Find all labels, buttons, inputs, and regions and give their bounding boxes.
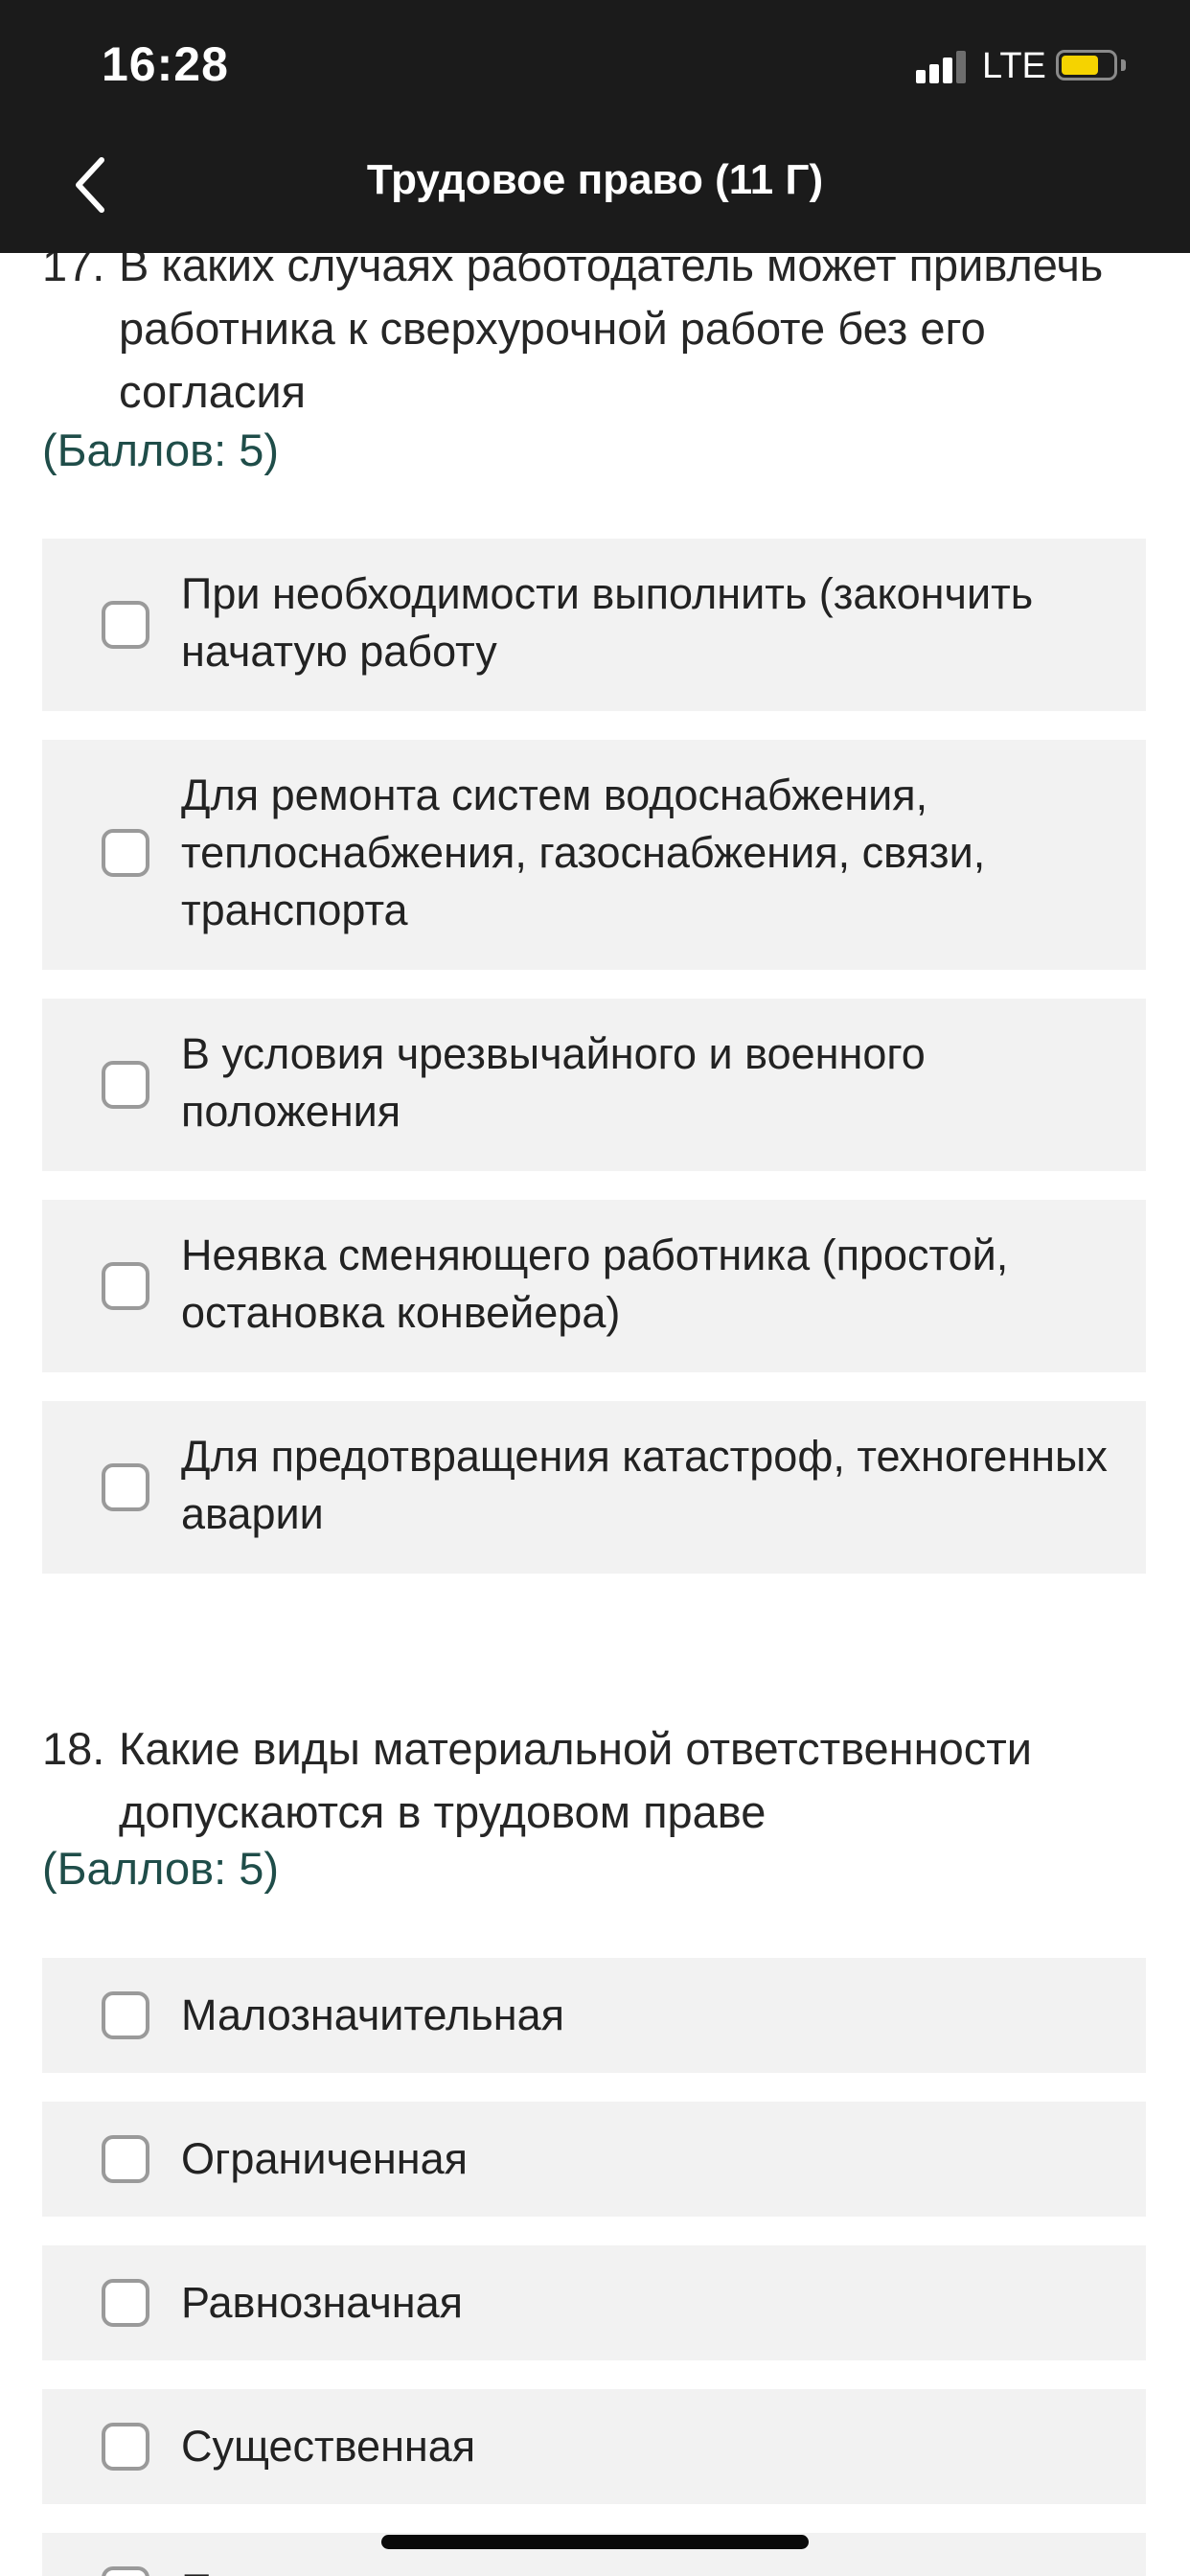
question-18-text-block: 18. Какие виды материальной ответственно… xyxy=(42,1717,1154,1844)
option-label: П xyxy=(181,2562,1130,2576)
checkbox[interactable] xyxy=(102,2566,149,2576)
checkbox[interactable] xyxy=(102,2279,149,2327)
checkbox[interactable] xyxy=(102,1463,149,1511)
status-time: 16:28 xyxy=(102,37,229,91)
page-title: Трудовое право (11 Г) xyxy=(366,156,824,203)
checkbox[interactable] xyxy=(102,2135,149,2183)
checkbox[interactable] xyxy=(102,1991,149,2039)
answer-option[interactable]: Равнозначная xyxy=(42,2245,1146,2360)
checkbox[interactable] xyxy=(102,2423,149,2471)
question-text: Какие виды материальной ответственности … xyxy=(119,1723,1033,1837)
option-label: Для предотвращения катастроф, техногенны… xyxy=(181,1432,1108,1538)
option-label: Неявка сменяющего работника (простой, ос… xyxy=(181,1230,1009,1337)
signal-icon xyxy=(916,49,970,83)
answer-option[interactable]: Для предотвращения катастроф, техногенны… xyxy=(42,1401,1146,1574)
option-label: Ограниченная xyxy=(181,2134,469,2183)
answer-option[interactable]: Существенная xyxy=(42,2389,1146,2504)
option-label: В условия чрезвычайного и военного полож… xyxy=(181,1029,926,1136)
app-header: 16:28 LTE Трудовое право (11 Г) xyxy=(0,0,1190,253)
answer-option[interactable]: Неявка сменяющего работника (простой, ос… xyxy=(42,1200,1146,1372)
option-label: Существенная xyxy=(181,2422,476,2471)
option-label: Для ремонта систем водоснабжения, теплос… xyxy=(181,770,986,934)
answer-option[interactable]: Для ремонта систем водоснабжения, теплос… xyxy=(42,740,1146,970)
question-points: (Баллов: 5) xyxy=(42,425,280,475)
question-17-text-block: 17. В каких случаях работодатель может п… xyxy=(42,234,1154,424)
battery-cap xyxy=(1121,59,1126,71)
battery-level xyxy=(1062,56,1098,75)
answer-option[interactable]: При необходимости выполнить (закончить н… xyxy=(42,539,1146,711)
answer-option[interactable]: Ограниченная xyxy=(42,2102,1146,2217)
home-indicator[interactable] xyxy=(381,2535,809,2549)
answer-option[interactable]: В условия чрезвычайного и военного полож… xyxy=(42,999,1146,1171)
checkbox[interactable] xyxy=(102,829,149,877)
checkbox[interactable] xyxy=(102,1061,149,1109)
checkbox[interactable] xyxy=(102,1262,149,1310)
checkbox[interactable] xyxy=(102,601,149,649)
answer-option[interactable]: Малозначительная xyxy=(42,1958,1146,2073)
battery-icon xyxy=(1056,50,1117,80)
option-label: Малозначительная xyxy=(181,1990,564,2039)
question-points: (Баллов: 5) xyxy=(42,1843,280,1894)
option-label: Равнозначная xyxy=(181,2278,464,2327)
network-type: LTE xyxy=(982,46,1046,86)
question-text: В каких случаях работодатель может привл… xyxy=(119,240,1104,417)
question-number: 18. xyxy=(42,1723,105,1774)
option-label: При необходимости выполнить (закончить н… xyxy=(181,569,1034,676)
quiz-content: 17. В каких случаях работодатель может п… xyxy=(0,0,1190,2576)
